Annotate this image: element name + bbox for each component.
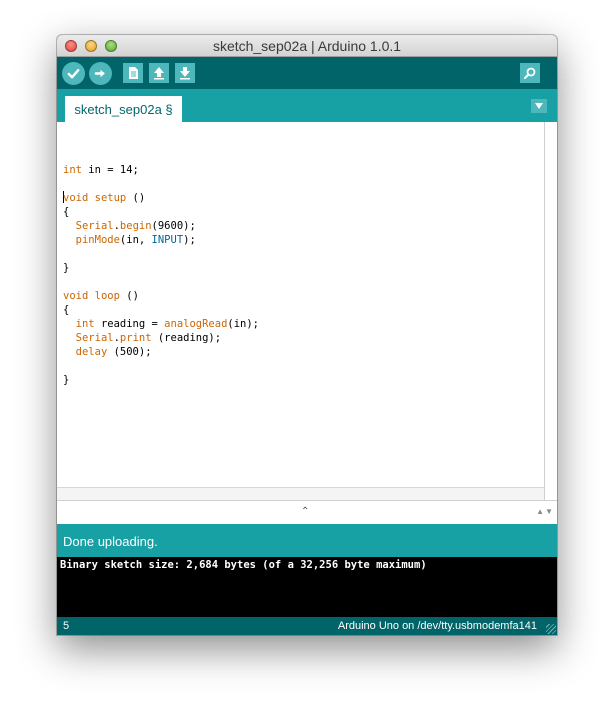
code-line: {	[63, 304, 70, 316]
new-icon	[129, 67, 138, 79]
console-text: Binary sketch size: 2,684 bytes (of a 32…	[60, 559, 427, 571]
editor-horizontal-scrollbar[interactable]	[57, 487, 544, 500]
status-message: Done uploading.	[63, 534, 158, 549]
code-line: delay (500);	[75, 346, 152, 358]
open-button[interactable]	[149, 63, 169, 83]
code-line: Serial.print (reading);	[75, 332, 222, 344]
code-line: void setup ()	[63, 191, 146, 204]
save-icon	[180, 67, 190, 80]
board-port-label: Arduino Uno on /dev/tty.usbmodemfa141	[337, 620, 537, 632]
verify-button[interactable]	[62, 62, 85, 85]
code-line: void loop ()	[63, 290, 139, 302]
serial-monitor-button[interactable]	[520, 63, 540, 83]
code-text[interactable]: int in = 14; void setup () { Serial.begi…	[63, 149, 259, 387]
footer-bar: 5 Arduino Uno on /dev/tty.usbmodemfa141	[57, 617, 557, 635]
line-number: 5	[63, 620, 70, 632]
arduino-window: sketch_sep02a | Arduino 1.0.1 sketch_sep…	[57, 35, 557, 635]
resize-grip-icon[interactable]	[546, 624, 556, 634]
code-line: }	[63, 262, 70, 274]
code-editor[interactable]: int in = 14; void setup () { Serial.begi…	[57, 122, 557, 500]
tab-menu-button[interactable]	[531, 99, 547, 113]
triangle-down-icon	[535, 103, 543, 109]
title-bar: sketch_sep02a | Arduino 1.0.1	[57, 35, 557, 57]
code-line: {	[63, 206, 70, 218]
upload-button[interactable]	[89, 62, 112, 85]
status-bar: Done uploading.	[57, 524, 557, 557]
code-line: Serial.begin(9600);	[75, 220, 196, 232]
new-button[interactable]	[123, 63, 143, 83]
code-line: int in = 14;	[63, 164, 139, 176]
save-button[interactable]	[175, 63, 195, 83]
tab-bar: sketch_sep02a §	[57, 89, 557, 122]
chevron-up-icon[interactable]: ⌃	[301, 506, 309, 517]
editor-vertical-scrollbar[interactable]	[544, 122, 557, 500]
toolbar	[57, 57, 557, 89]
upload-icon	[94, 69, 105, 78]
verify-icon	[67, 69, 80, 79]
code-line: }	[63, 374, 70, 386]
console-splitter[interactable]: ⌃ ▲▼	[57, 500, 557, 524]
serial-monitor-icon	[524, 67, 536, 79]
tab-sketch[interactable]: sketch_sep02a §	[65, 96, 182, 122]
console-output[interactable]: Binary sketch size: 2,684 bytes (of a 32…	[57, 557, 557, 617]
code-line: pinMode(in, INPUT);	[75, 234, 196, 246]
scroll-arrows-icon[interactable]: ▲▼	[536, 507, 554, 516]
window-title: sketch_sep02a | Arduino 1.0.1	[212, 38, 402, 54]
code-line: int reading = analogRead(in);	[75, 318, 259, 330]
open-icon	[154, 67, 164, 80]
